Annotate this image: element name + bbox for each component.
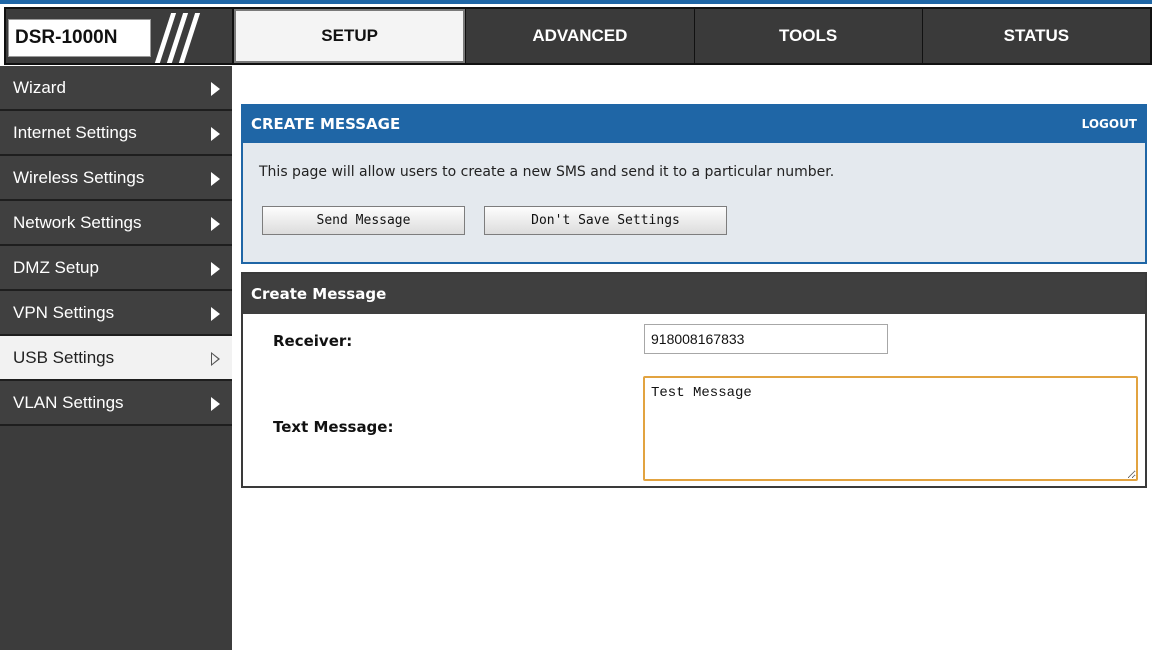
tab-setup[interactable]: SETUP	[234, 9, 466, 63]
sidebar-item-label: VPN Settings	[13, 303, 115, 322]
sidebar-item-label: DMZ Setup	[13, 258, 99, 277]
create-message-form: Create Message Receiver: Text Message: T…	[241, 272, 1147, 488]
sidebar-item-internet-settings[interactable]: Internet Settings	[0, 111, 232, 156]
arrow-right-icon	[211, 127, 220, 141]
receiver-label: Receiver:	[273, 332, 353, 350]
sidebar-item-label: VLAN Settings	[13, 393, 124, 412]
send-message-button[interactable]: Send Message	[262, 206, 465, 235]
tab-advanced[interactable]: ADVANCED	[465, 9, 694, 63]
main-tabs: SETUP ADVANCED TOOLS STATUS	[232, 7, 1152, 65]
sidebar-item-label: Wireless Settings	[13, 168, 145, 187]
sidebar: Wizard Internet Settings Wireless Settin…	[0, 66, 232, 650]
header-bar: DSR-1000N SETUP ADVANCED TOOLS STATUS	[4, 7, 1152, 65]
sidebar-item-label: USB Settings	[13, 348, 115, 367]
sidebar-item-label: Network Settings	[13, 213, 142, 232]
sidebar-item-wizard[interactable]: Wizard	[0, 66, 232, 111]
sidebar-item-label: Wizard	[13, 78, 66, 97]
sidebar-item-vpn-settings[interactable]: VPN Settings	[0, 291, 232, 336]
form-section-title: Create Message	[243, 274, 1145, 314]
tab-status[interactable]: STATUS	[921, 9, 1150, 63]
page-description: This page will allow users to create a n…	[259, 164, 835, 180]
sidebar-item-dmz-setup[interactable]: DMZ Setup	[0, 246, 232, 291]
sidebar-item-vlan-settings[interactable]: VLAN Settings	[0, 381, 232, 426]
brand-box: DSR-1000N	[4, 7, 232, 65]
dont-save-settings-button[interactable]: Don't Save Settings	[484, 206, 727, 235]
text-message-textarea[interactable]: Test Message	[643, 376, 1138, 481]
sidebar-item-wireless-settings[interactable]: Wireless Settings	[0, 156, 232, 201]
arrow-right-outline-icon	[211, 352, 220, 366]
top-accent-stripe	[0, 0, 1152, 4]
tab-tools[interactable]: TOOLS	[693, 9, 922, 63]
arrow-right-icon	[211, 307, 220, 321]
arrow-right-icon	[211, 217, 220, 231]
create-message-info-panel: CREATE MESSAGE LOGOUT This page will all…	[241, 104, 1147, 264]
model-name: DSR-1000N	[8, 19, 151, 57]
arrow-right-icon	[211, 397, 220, 411]
info-panel-header: CREATE MESSAGE LOGOUT	[243, 106, 1145, 143]
arrow-right-icon	[211, 172, 220, 186]
sidebar-item-usb-settings[interactable]: USB Settings	[0, 336, 232, 381]
sidebar-item-network-settings[interactable]: Network Settings	[0, 201, 232, 246]
text-message-label: Text Message:	[273, 418, 394, 436]
sidebar-item-label: Internet Settings	[13, 123, 137, 142]
page-title: CREATE MESSAGE	[251, 115, 401, 133]
router-admin-page: DSR-1000N SETUP ADVANCED TOOLS STATUS Wi…	[0, 0, 1152, 650]
receiver-input[interactable]	[644, 324, 888, 354]
arrow-right-icon	[211, 262, 220, 276]
logout-link[interactable]: LOGOUT	[1082, 106, 1137, 143]
arrow-right-icon	[211, 82, 220, 96]
